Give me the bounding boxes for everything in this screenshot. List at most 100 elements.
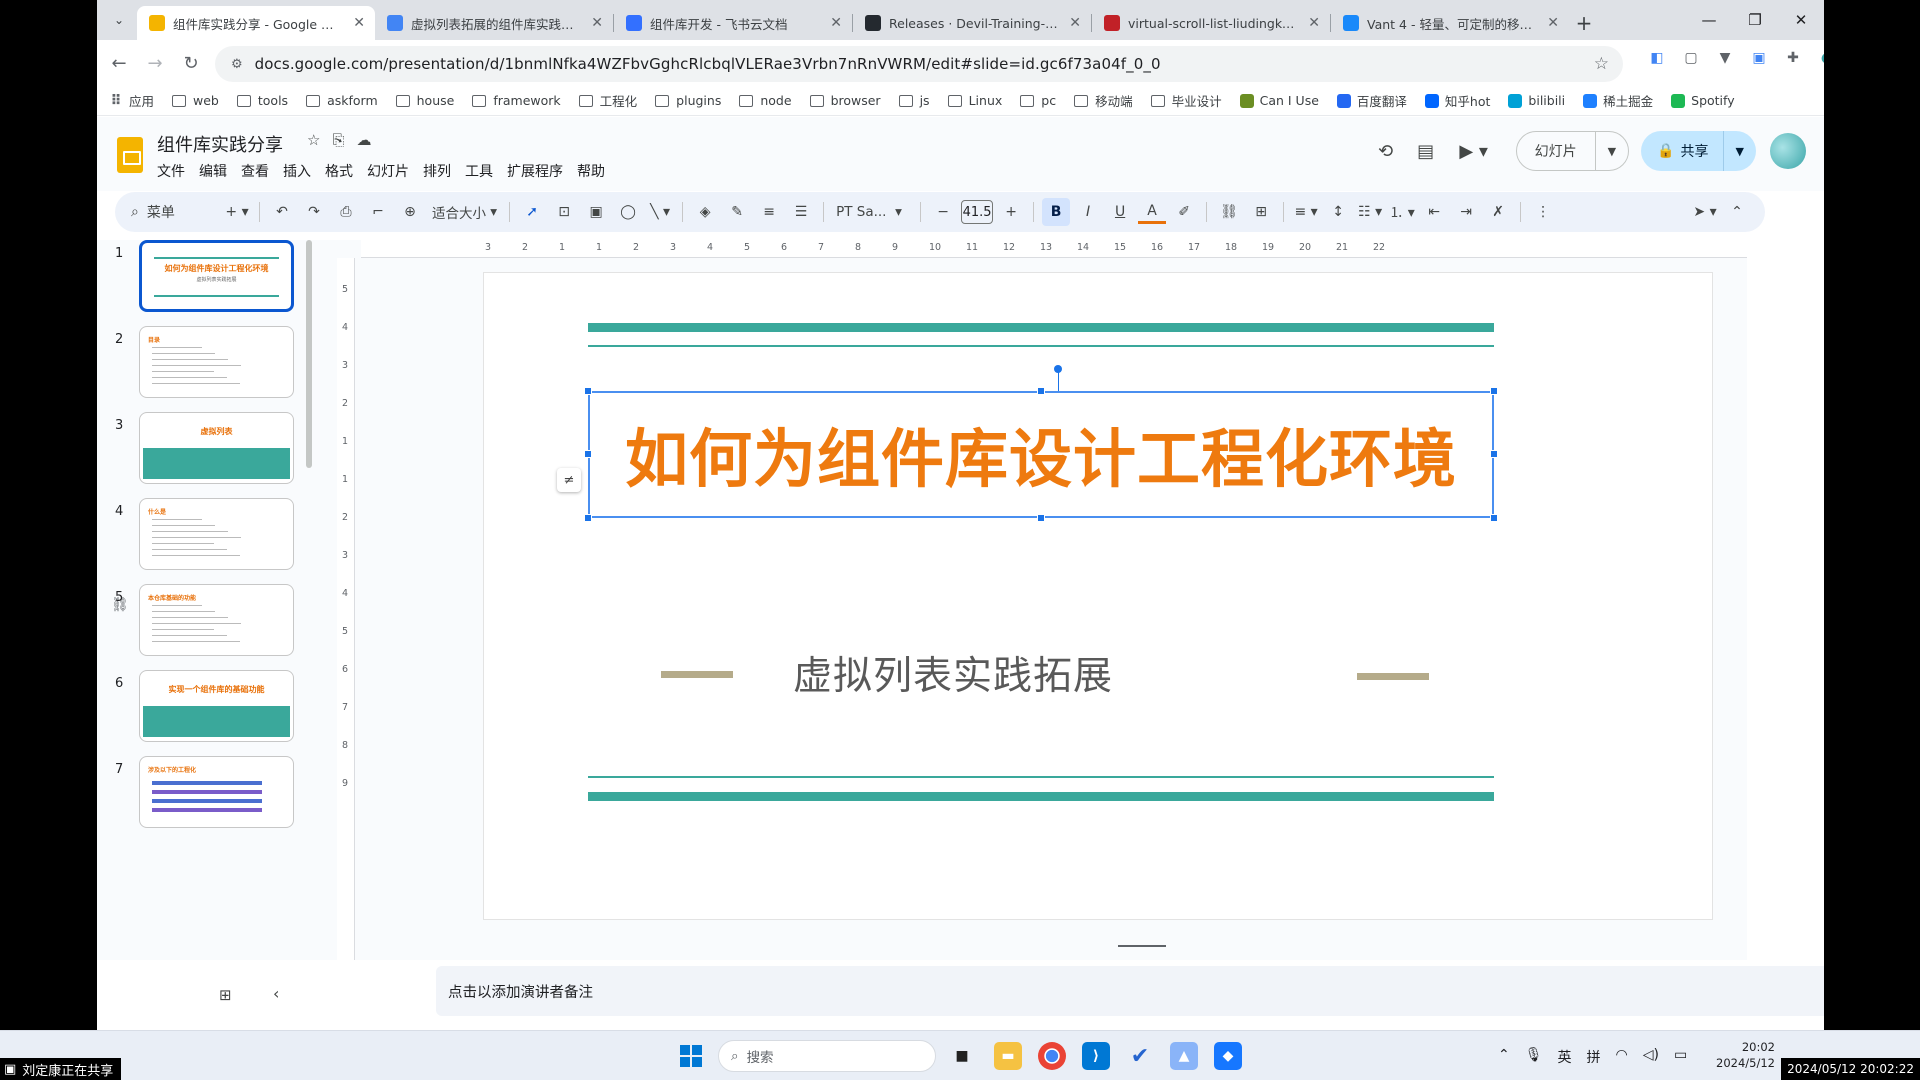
bookmark-item[interactable]: browser xyxy=(809,93,881,108)
border-dash-icon[interactable]: ☰ xyxy=(787,198,815,226)
tab-close-icon[interactable]: ✕ xyxy=(591,15,603,31)
tab-close-icon[interactable]: ✕ xyxy=(1308,15,1320,31)
bookmark-item[interactable]: Linux xyxy=(947,93,1002,108)
slide-thumbnail[interactable]: 实现一个组件库的基础功能 xyxy=(139,670,294,742)
browser-tab[interactable]: Vant 4 - 轻量、可定制的移动端 ✕ xyxy=(1331,6,1569,40)
decrease-font-icon[interactable]: − xyxy=(929,198,957,226)
bookmark-item[interactable]: house xyxy=(395,93,454,108)
slide-thumbnail[interactable]: 目录 xyxy=(139,326,294,398)
bookmark-item[interactable]: js xyxy=(898,93,930,108)
slide-thumbnail[interactable]: 什么是 xyxy=(139,498,294,570)
bold-icon[interactable]: B xyxy=(1042,198,1071,226)
highlight-icon[interactable]: ✐ xyxy=(1170,198,1198,226)
slide-thumbnail-row[interactable]: 3 虚拟列表 xyxy=(97,398,357,490)
photos-icon[interactable]: ▲ xyxy=(1170,1042,1198,1070)
align-icon[interactable]: ≡ ▾ xyxy=(1292,198,1320,226)
browser-tab[interactable]: Releases · Devil-Training-Can ✕ xyxy=(853,6,1091,40)
screen-share-app-icon[interactable]: ◆ xyxy=(1214,1042,1242,1070)
smart-compose-icon[interactable]: ≠ xyxy=(557,468,581,492)
browser-tab[interactable]: 组件库开发 - 飞书云文档 ✕ xyxy=(614,6,852,40)
resize-handle[interactable] xyxy=(1037,514,1045,522)
user-avatar[interactable] xyxy=(1770,133,1806,169)
clear-format-icon[interactable]: ✗ xyxy=(1484,198,1512,226)
extension-icon[interactable]: ▢ xyxy=(1681,48,1701,68)
increase-indent-icon[interactable]: ⇥ xyxy=(1452,198,1480,226)
slide-canvas[interactable]: 如何为组件库设计工程化环境 虚拟列表实践拓展 xyxy=(484,273,1712,919)
resize-handle[interactable] xyxy=(1037,387,1045,395)
bookmark-item[interactable]: 移动端 xyxy=(1074,91,1133,110)
fill-color-icon[interactable]: ◈ xyxy=(691,198,719,226)
slide-thumbnail-row[interactable]: 2 目录 xyxy=(97,312,357,404)
bookmark-item[interactable]: tools xyxy=(236,93,288,108)
bookmark-item[interactable]: 毕业设计 xyxy=(1150,91,1222,110)
bookmark-item[interactable]: Can I Use xyxy=(1239,93,1319,108)
bookmark-item[interactable]: framework xyxy=(472,93,561,108)
volume-icon[interactable]: ◁) xyxy=(1643,1047,1659,1067)
move-folder-icon[interactable]: ⎘ xyxy=(332,131,344,149)
bookmark-item[interactable]: Spotify xyxy=(1671,93,1735,108)
bookmark-item[interactable]: pc xyxy=(1020,93,1056,108)
slideshow-label[interactable]: 幻灯片 xyxy=(1517,132,1596,170)
more-options-icon[interactable]: ⋮ xyxy=(1529,198,1557,226)
undo-icon[interactable]: ↶ xyxy=(268,198,296,226)
tab-close-icon[interactable]: ✕ xyxy=(1069,15,1081,31)
translate-extension-icon[interactable]: ◧ xyxy=(1647,48,1667,68)
star-icon[interactable]: ☆ xyxy=(307,131,320,149)
bookmark-item[interactable]: 稀土掘金 xyxy=(1583,91,1653,110)
ime-language[interactable]: 英 xyxy=(1558,1047,1572,1067)
slide-thumbnail[interactable]: 涉及以下的工程化 xyxy=(139,756,294,828)
share-button[interactable]: 🔒 共享 ▼ xyxy=(1641,131,1756,171)
grid-view-icon[interactable]: ⊞ xyxy=(219,986,232,1004)
microphone-icon[interactable]: 🎙 xyxy=(1525,1047,1543,1067)
browser-tab[interactable]: 组件库实践分享 - Google 幻灯 ✕ xyxy=(137,6,375,40)
slide-subtitle[interactable]: 虚拟列表实践拓展 xyxy=(729,645,1177,701)
reload-icon[interactable]: ↻ xyxy=(173,45,209,81)
tab-close-icon[interactable]: ✕ xyxy=(830,15,842,31)
menu-item[interactable]: 排列 xyxy=(423,159,459,183)
collapse-filmstrip-icon[interactable]: ‹ xyxy=(273,984,279,1003)
shape-icon[interactable]: ◯ xyxy=(614,198,642,226)
border-color-icon[interactable]: ✎ xyxy=(723,198,751,226)
tab-close-icon[interactable]: ✕ xyxy=(353,15,365,31)
slide-thumbnail[interactable]: 本仓库基础的功能 xyxy=(139,584,294,656)
tab-close-icon[interactable]: ✕ xyxy=(1547,15,1559,31)
new-slide-icon[interactable]: + ▾ xyxy=(223,198,251,226)
slide-thumbnail-row[interactable]: 4 什么是 xyxy=(97,484,357,576)
font-select[interactable]: PT Sa... ▾ xyxy=(832,198,912,226)
bulleted-list-icon[interactable]: ☷ ▾ xyxy=(1356,198,1384,226)
italic-icon[interactable]: I xyxy=(1074,198,1102,226)
resize-handle[interactable] xyxy=(584,450,592,458)
battery-icon[interactable]: ▭ xyxy=(1674,1047,1687,1067)
document-title[interactable]: 组件库实践分享 xyxy=(157,131,283,157)
textbox-icon[interactable]: ⊡ xyxy=(550,198,578,226)
zoom-icon[interactable]: ⊕ xyxy=(396,198,424,226)
comment-add-icon[interactable]: ⊞ xyxy=(1247,198,1275,226)
forward-icon[interactable]: → xyxy=(137,45,173,81)
meet-camera-icon[interactable]: ▶ ▾ xyxy=(1446,131,1502,171)
tab-search-icon[interactable]: ⌄ xyxy=(103,4,135,36)
text-color-icon[interactable]: A xyxy=(1138,200,1167,224)
vue-devtools-icon[interactable]: ▼ xyxy=(1715,48,1735,68)
cloud-saved-icon[interactable]: ☁ xyxy=(356,131,371,149)
bookmark-item[interactable]: 百度翻译 xyxy=(1336,91,1407,110)
notes-resize-handle[interactable] xyxy=(1118,945,1166,947)
comments-icon[interactable]: ▤ xyxy=(1406,131,1446,171)
slides-logo-icon[interactable] xyxy=(117,137,143,173)
resize-handle[interactable] xyxy=(584,387,592,395)
bookmark-item[interactable]: plugins xyxy=(655,93,721,108)
tray-chevron-icon[interactable]: ⌃ xyxy=(1498,1047,1510,1067)
slide-thumbnail-row[interactable]: 5 本仓库基础的功能 xyxy=(97,570,357,662)
editing-mode-icon[interactable]: ➤ ▾ xyxy=(1691,198,1719,226)
task-view-icon[interactable]: ■ xyxy=(948,1042,976,1070)
link-icon[interactable]: ⛓ xyxy=(1215,198,1243,226)
address-bar[interactable]: ⚙ docs.google.com/presentation/d/1bnmlNf… xyxy=(215,46,1623,82)
start-menu-icon[interactable] xyxy=(680,1045,702,1067)
bookmark-item[interactable]: askform xyxy=(306,93,378,108)
menu-item[interactable]: 格式 xyxy=(325,159,361,183)
slideshow-button[interactable]: 幻灯片 ▼ xyxy=(1515,131,1630,171)
slide-thumbnail[interactable]: 如何为组件库设计工程化环境 虚拟列表实践拓展 xyxy=(139,240,294,312)
rotation-handle[interactable] xyxy=(1054,365,1062,373)
file-explorer-icon[interactable]: ▬ xyxy=(994,1042,1022,1070)
menu-item[interactable]: 编辑 xyxy=(199,159,235,183)
image-icon[interactable]: ▣ xyxy=(582,198,610,226)
